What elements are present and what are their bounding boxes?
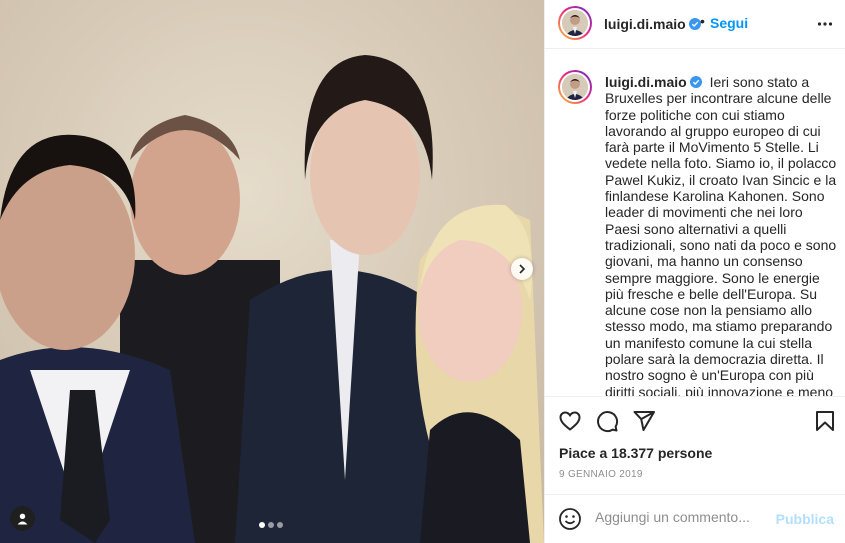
likes-count[interactable]: Piace a 18.377 persone	[559, 445, 712, 461]
post-header: luigi.di.maio • Segui	[545, 0, 845, 49]
caption-text: Ieri sono stato a Bruxelles per incontra…	[605, 74, 837, 396]
comment-icon[interactable]	[595, 409, 619, 433]
carousel-indicator	[259, 522, 283, 528]
caption-avatar[interactable]	[558, 70, 592, 104]
next-photo-button[interactable]	[511, 258, 533, 280]
caption-username-text: luigi.di.maio	[605, 74, 687, 90]
post-date[interactable]: 9 GENNAIO 2019	[559, 469, 643, 480]
post-caption: luigi.di.maio Ieri sono stato a Bruxelle…	[605, 74, 837, 396]
post-photo[interactable]	[0, 0, 544, 543]
follow-button[interactable]: Segui	[710, 15, 748, 31]
comment-input[interactable]	[595, 509, 775, 525]
carousel-dot	[268, 522, 274, 528]
post-side-panel: luigi.di.maio • Segui luigi.di.maio Ieri…	[544, 0, 845, 543]
group-photo-image	[0, 0, 544, 543]
more-options-icon[interactable]	[817, 16, 833, 32]
username-text: luigi.di.maio	[604, 16, 686, 32]
bookmark-icon[interactable]	[813, 409, 837, 433]
carousel-dot-active	[259, 522, 265, 528]
separator-dot: •	[700, 13, 705, 29]
chevron-right-icon	[519, 264, 526, 274]
username-link[interactable]: luigi.di.maio	[604, 16, 701, 32]
carousel-dot	[277, 522, 283, 528]
publish-button[interactable]: Pubblica	[776, 511, 834, 527]
comment-form: Pubblica	[545, 494, 845, 543]
paper-plane-icon[interactable]	[632, 409, 656, 433]
user-tag-icon	[17, 513, 28, 525]
emoji-icon[interactable]	[558, 507, 582, 531]
caption-section: luigi.di.maio Ieri sono stato a Bruxelle…	[545, 50, 845, 396]
avatar[interactable]	[558, 6, 592, 40]
caption-username[interactable]: luigi.di.maio	[605, 74, 702, 90]
tagged-users-button[interactable]	[10, 506, 35, 531]
action-bar: Piace a 18.377 persone 9 GENNAIO 2019	[545, 396, 845, 494]
verified-badge-icon	[688, 18, 701, 30]
profile-picture	[562, 10, 588, 36]
profile-picture	[562, 74, 588, 100]
heart-icon[interactable]	[558, 409, 582, 433]
verified-badge-icon	[689, 76, 702, 88]
